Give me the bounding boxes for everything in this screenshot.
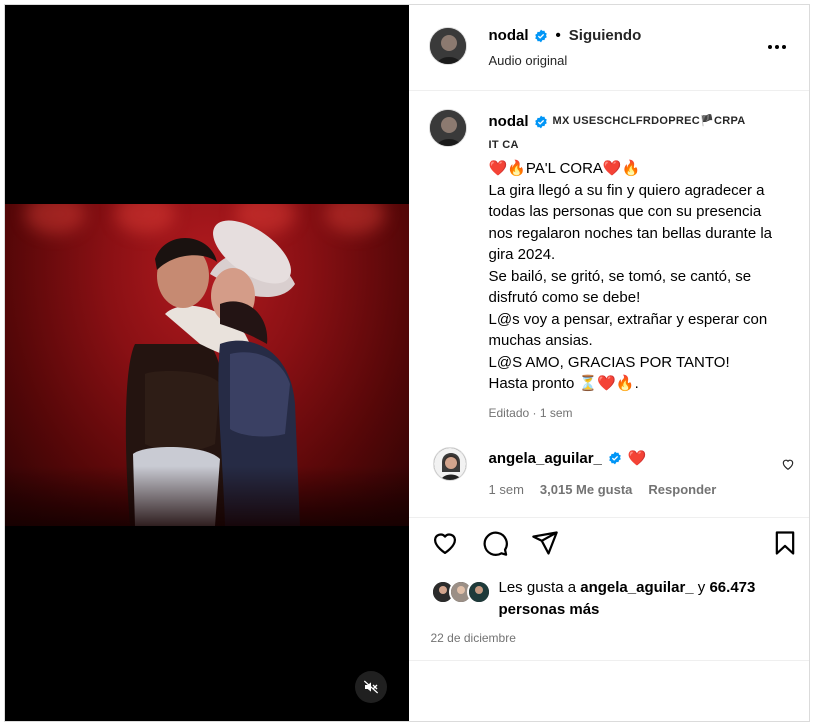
caption-bio-line: MX USESCHCLFRDOPREC🏴CRPA [552, 115, 746, 127]
like-button[interactable] [431, 529, 459, 562]
comment-time: 1 sem [488, 482, 524, 497]
post-caption: nodal MX USESCHCLFRDOPREC🏴CRPA IT CA ❤️🔥… [489, 111, 789, 424]
comment-like-button[interactable] [781, 457, 795, 476]
separator-dot: • [555, 27, 561, 44]
following-button[interactable]: Siguiendo [569, 27, 642, 44]
heart-icon [782, 459, 793, 470]
comment-text: ❤️ [627, 450, 647, 467]
caption-meta: Editado · 1 sem [488, 405, 573, 420]
liker-avatar [466, 580, 491, 604]
likes-user[interactable]: angela_aguilar_ [580, 579, 693, 596]
bookmark-icon [775, 531, 794, 555]
caption-avatar[interactable] [428, 109, 467, 147]
comment-icon [483, 531, 508, 556]
avatar-image [433, 448, 466, 480]
verified-badge-icon [534, 29, 547, 42]
comment-reply-button[interactable]: Responder [648, 482, 716, 497]
caption-text: ❤️🔥PA'L CORA❤️🔥 La gira llegó a su fin y… [488, 160, 773, 392]
send-icon [531, 531, 558, 555]
post-video[interactable] [5, 5, 409, 721]
caption-bio-line-2: IT CA [488, 138, 519, 151]
more-options-button[interactable] [767, 37, 787, 55]
post-action-bar [431, 529, 797, 561]
comment-like-count[interactable]: 3,015 Me gusta [540, 482, 633, 497]
comment-username[interactable]: angela_aguilar_ [489, 450, 602, 467]
likes-suffix[interactable]: personas más [499, 601, 600, 618]
mute-button[interactable] [355, 671, 387, 703]
post-header: nodal • Siguiendo Audio original [408, 5, 809, 91]
avatar-image [429, 110, 466, 146]
caption-author-username[interactable]: nodal [489, 111, 529, 133]
verified-badge-icon [609, 451, 621, 465]
heart-icon [433, 533, 456, 555]
comment-button[interactable] [481, 529, 509, 562]
more-icon [768, 45, 786, 49]
divider [408, 517, 809, 518]
comment-avatar[interactable] [432, 447, 467, 481]
post-date[interactable]: 22 de diciembre [431, 631, 516, 645]
post-dialog: nodal • Siguiendo Audio original nodal M… [4, 4, 810, 722]
verified-badge-icon [534, 115, 547, 129]
avatar[interactable] [428, 27, 467, 65]
post-author-username[interactable]: nodal [489, 27, 529, 44]
divider [408, 660, 809, 661]
likes-count[interactable]: 66.473 [709, 579, 755, 596]
likes-summary: Les gusta a angela_aguilar_ y 66.473 per… [430, 577, 791, 621]
likes-connector: y [697, 579, 706, 596]
liker-avatars [430, 580, 493, 604]
video-frame [5, 204, 409, 526]
share-button[interactable] [531, 529, 559, 562]
mute-icon [363, 680, 379, 694]
audio-link[interactable]: Audio original [489, 53, 568, 68]
avatar-image [429, 28, 466, 64]
post-details-panel: nodal • Siguiendo Audio original nodal M… [408, 5, 809, 721]
likes-prefix: Les gusta a [498, 579, 577, 596]
save-button[interactable] [771, 529, 799, 562]
